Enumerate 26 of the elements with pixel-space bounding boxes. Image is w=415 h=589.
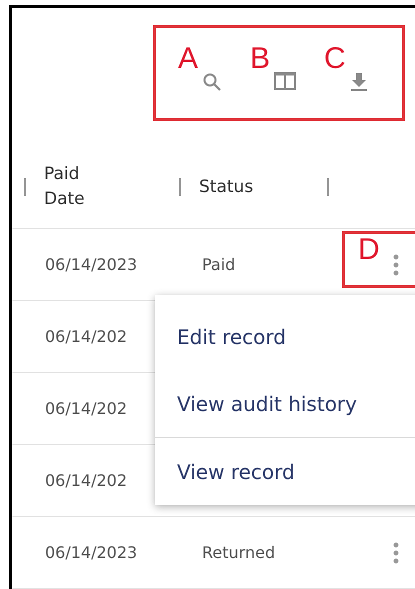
annotation-label: C — [324, 44, 346, 74]
date-cell: 06/14/202 — [45, 471, 128, 490]
menu-item[interactable]: Edit record — [155, 303, 415, 370]
search-button[interactable] — [202, 72, 222, 92]
more-vertical-icon — [393, 542, 399, 564]
date-cell: 06/14/2023 — [45, 255, 138, 274]
status-cell: Returned — [202, 543, 276, 562]
date-cell: 06/14/2023 — [45, 543, 138, 562]
more-button[interactable] — [391, 540, 401, 566]
annotation-label: D — [358, 233, 380, 266]
columns-button[interactable] — [274, 72, 296, 90]
search-icon — [202, 72, 222, 92]
menu-item[interactable]: View record — [155, 438, 415, 505]
more-vertical-icon — [393, 254, 399, 276]
more-button[interactable] — [391, 252, 401, 278]
menu-item[interactable]: View audit history — [155, 370, 415, 438]
date-cell: 06/14/202 — [45, 327, 128, 346]
download-button[interactable] — [350, 72, 368, 92]
columns-icon — [274, 72, 296, 90]
column-header[interactable]: Status — [199, 174, 259, 200]
status-cell: Paid — [202, 255, 236, 274]
date-cell: 06/14/202 — [45, 399, 128, 418]
download-icon — [350, 72, 368, 92]
column-header[interactable]: Paid Date — [44, 162, 104, 212]
annotation-label: B — [250, 44, 270, 74]
annotation-label: A — [178, 44, 198, 74]
